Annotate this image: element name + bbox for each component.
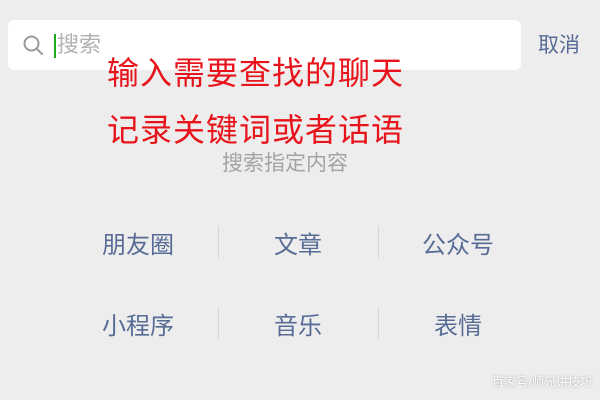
annotation-line-1: 输入需要查找的聊天 [107,54,405,92]
category-music[interactable]: 音乐 [218,306,378,341]
category-row: 小程序 音乐 表情 [58,295,538,351]
search-icon [23,35,43,55]
category-mini-programs[interactable]: 小程序 [58,306,218,341]
category-grid: 朋友圈 文章 公众号 小程序 音乐 表情 [58,214,538,351]
section-title-text: 搜索指定内容 [222,151,348,175]
category-moments[interactable]: 朋友圈 [58,225,218,260]
divider [378,226,379,258]
category-stickers[interactable]: 表情 [378,306,538,341]
category-articles[interactable]: 文章 [218,225,378,260]
watermark: 百家号/师兄讲技巧 [491,375,592,389]
cancel-button[interactable]: 取消 [538,29,580,59]
divider [378,307,379,339]
category-official-accounts[interactable]: 公众号 [378,225,538,260]
text-cursor [54,34,56,58]
annotation-line-2: 记录关键词或者话语 [107,111,405,149]
divider [218,307,219,339]
divider [218,226,219,258]
category-row: 朋友圈 文章 公众号 [58,214,538,270]
